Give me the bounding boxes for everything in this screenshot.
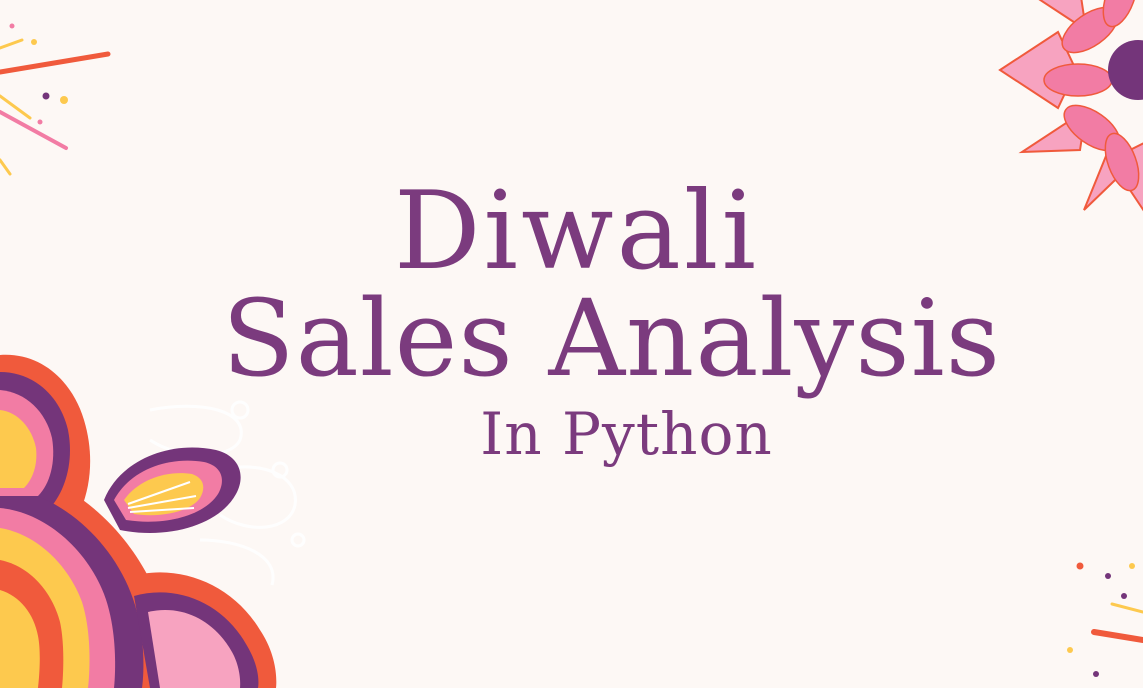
title-line-sales-analysis: Sales Analysis	[221, 277, 1002, 400]
subtitle-in-python: In Python	[480, 400, 773, 468]
firework-burst-bottom-right-icon	[1067, 562, 1143, 677]
firework-burst-top-left-icon	[0, 23, 111, 176]
banner-canvas: Diwali Sales Analysis In Python	[0, 0, 1143, 688]
title-line-diwali: Diwali	[393, 169, 760, 294]
